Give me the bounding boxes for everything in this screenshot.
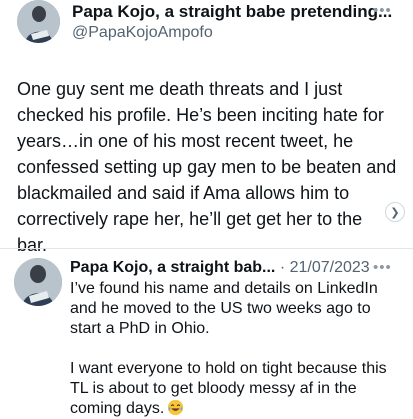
tears-of-joy-emoji-icon bbox=[167, 399, 184, 416]
more-horizontal-icon[interactable]: ••• bbox=[373, 2, 392, 19]
avatar[interactable] bbox=[17, 0, 60, 43]
tweet-main: Papa Kojo, a straight babe pretending...… bbox=[0, 0, 413, 255]
display-name[interactable]: Papa Kojo, a straight babe pretending... bbox=[72, 2, 392, 22]
tweet-reply: Papa Kojo, a straight bab... · 21/07/202… bbox=[0, 249, 413, 419]
avatar-photo bbox=[17, 0, 60, 43]
avatar-photo bbox=[14, 258, 62, 306]
reply-text: I’ve found his name and details on Linke… bbox=[70, 279, 400, 419]
avatar[interactable] bbox=[14, 258, 62, 306]
tweet-text: One guy sent me death threats and I just… bbox=[17, 79, 397, 255]
more-horizontal-icon[interactable]: ••• bbox=[373, 259, 392, 276]
reply-paragraph-1: I’ve found his name and details on Linke… bbox=[70, 280, 378, 337]
chevron-right-icon[interactable]: ❯ bbox=[385, 202, 405, 222]
user-handle[interactable]: @PapaKojoAmpofo bbox=[72, 24, 213, 42]
timestamp[interactable]: 21/07/2023 bbox=[290, 259, 370, 276]
reply-paragraph-2: I want everyone to hold on tight because… bbox=[70, 360, 387, 417]
display-name[interactable]: Papa Kojo, a straight bab... bbox=[70, 259, 275, 276]
separator: · bbox=[275, 259, 290, 276]
reply-header: Papa Kojo, a straight bab... · 21/07/202… bbox=[70, 259, 370, 277]
